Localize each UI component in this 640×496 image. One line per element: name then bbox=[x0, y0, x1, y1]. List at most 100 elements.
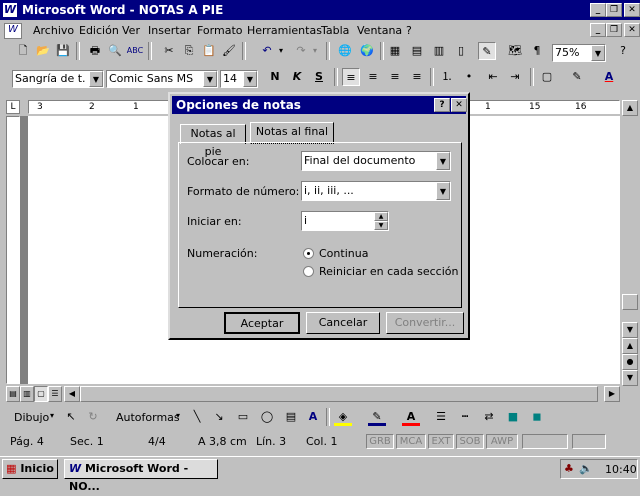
style-combo[interactable]: Sangría de t. ini ▼ bbox=[12, 70, 104, 88]
select-browse-object-icon[interactable]: ● bbox=[622, 354, 638, 370]
next-page-icon[interactable]: ▼ bbox=[622, 370, 638, 386]
align-left-icon[interactable]: ≡ bbox=[342, 68, 360, 86]
mode-grb[interactable]: GRB bbox=[366, 434, 394, 449]
copy-icon[interactable]: ⎘ bbox=[180, 42, 198, 60]
spin-up-icon[interactable]: ▲ bbox=[374, 212, 388, 221]
menu-formato[interactable]: Formato bbox=[197, 24, 243, 37]
redo-dropdown-icon[interactable]: ▾ bbox=[310, 42, 320, 60]
paste-icon[interactable]: 📋 bbox=[200, 42, 218, 60]
open-icon[interactable]: 📂 bbox=[34, 42, 52, 60]
highlight-icon[interactable]: ✎ bbox=[568, 68, 586, 86]
tab-notas-al-pie[interactable]: Notas al pie bbox=[180, 124, 246, 158]
justify-icon[interactable]: ≡ bbox=[408, 68, 426, 86]
underline-icon[interactable]: S bbox=[310, 68, 328, 86]
scroll-thumb[interactable] bbox=[622, 294, 638, 310]
vertical-ruler[interactable] bbox=[6, 116, 20, 384]
italic-icon[interactable]: K bbox=[288, 68, 306, 86]
online-view-icon[interactable]: ▥ bbox=[20, 386, 34, 402]
cut-icon[interactable]: ✂ bbox=[160, 42, 178, 60]
tables-borders-icon[interactable]: ▦ bbox=[386, 42, 404, 60]
borders-icon[interactable]: ▢ bbox=[538, 68, 556, 86]
save-icon[interactable]: 💾 bbox=[54, 42, 72, 60]
size-combo[interactable]: 14 ▼ bbox=[220, 70, 258, 88]
mode-awp[interactable]: AWP bbox=[486, 434, 518, 449]
web-toolbar-icon[interactable]: 🌍 bbox=[358, 42, 376, 60]
line-color-icon[interactable]: ✎ bbox=[368, 408, 386, 426]
redo-icon[interactable]: ↷ bbox=[292, 42, 310, 60]
dialog-help-button[interactable]: ? bbox=[434, 98, 450, 112]
radio-continua[interactable] bbox=[303, 248, 314, 259]
doc-restore-button[interactable]: ❐ bbox=[606, 23, 622, 37]
spin-down-icon[interactable]: ▼ bbox=[374, 221, 388, 230]
fill-color-icon[interactable]: ◈ bbox=[334, 408, 352, 426]
dash-style-icon[interactable]: ┅ bbox=[456, 408, 474, 426]
shadow-icon[interactable]: ■ bbox=[504, 408, 522, 426]
rectangle-icon[interactable]: ▭ bbox=[234, 408, 252, 426]
align-right-icon[interactable]: ≡ bbox=[386, 68, 404, 86]
arrow-style-icon[interactable]: ⇄ bbox=[480, 408, 498, 426]
chevron-down-icon[interactable]: ▼ bbox=[243, 71, 257, 87]
menu-edicion[interactable]: Edición bbox=[79, 24, 119, 37]
vertical-scrollbar[interactable]: ▲ ▼ ▲ ● ▼ bbox=[622, 100, 638, 396]
mode-mca[interactable]: MCA bbox=[396, 434, 426, 449]
rotate-icon[interactable]: ↻ bbox=[84, 408, 102, 426]
word-logo-icon[interactable]: W bbox=[3, 3, 17, 17]
hscroll-thumb[interactable] bbox=[80, 386, 598, 402]
print-preview-icon[interactable]: 🔍 bbox=[106, 42, 124, 60]
radio-continua-label[interactable]: Continua bbox=[319, 247, 368, 260]
decrease-indent-icon[interactable]: ⇤ bbox=[484, 68, 502, 86]
prev-page-icon[interactable]: ▲ bbox=[622, 338, 638, 354]
bold-icon[interactable]: N bbox=[266, 68, 284, 86]
insert-excel-icon[interactable]: ▥ bbox=[430, 42, 448, 60]
format-painter-icon[interactable]: 🖌 bbox=[220, 42, 238, 60]
start-button[interactable]: ▦ Inicio bbox=[2, 459, 58, 479]
oval-icon[interactable]: ◯ bbox=[258, 408, 276, 426]
dialog-close-button[interactable]: ✕ bbox=[451, 98, 467, 112]
font-color-draw-icon[interactable]: A bbox=[402, 408, 420, 426]
help-icon[interactable]: ? bbox=[614, 42, 632, 60]
mode-ext[interactable]: EXT bbox=[428, 434, 454, 449]
font-color-icon[interactable]: A bbox=[600, 68, 618, 86]
menu-tabla[interactable]: Tabla bbox=[321, 24, 349, 37]
formato-select[interactable]: i, ii, iii, ... ▼ bbox=[301, 181, 451, 201]
radio-reiniciar[interactable] bbox=[303, 266, 314, 277]
close-button[interactable]: ✕ bbox=[624, 3, 640, 17]
iniciar-spinner[interactable]: i ▲ ▼ bbox=[301, 211, 389, 231]
tray-network-icon[interactable]: ♣ bbox=[564, 462, 574, 475]
scroll-left-icon[interactable]: ◀ bbox=[64, 386, 80, 402]
colocar-select[interactable]: Final del documento ▼ bbox=[301, 151, 451, 171]
bullets-icon[interactable]: • bbox=[460, 68, 478, 86]
align-center-icon[interactable]: ≡ bbox=[364, 68, 382, 86]
select-objects-icon[interactable]: ↖ bbox=[62, 408, 80, 426]
clock[interactable]: 10:40 bbox=[605, 463, 637, 476]
undo-dropdown-icon[interactable]: ▾ bbox=[276, 42, 286, 60]
line-icon[interactable]: ╲ bbox=[188, 408, 206, 426]
document-map-icon[interactable]: 🗺 bbox=[506, 42, 524, 60]
3d-icon[interactable]: ◼ bbox=[528, 408, 546, 426]
font-combo[interactable]: Comic Sans MS ▼ bbox=[106, 70, 218, 88]
page-layout-view-icon[interactable]: ▢ bbox=[34, 386, 48, 402]
menu-ver[interactable]: Ver bbox=[122, 24, 140, 37]
hyperlink-icon[interactable]: 🌐 bbox=[336, 42, 354, 60]
task-word-button[interactable]: W Microsoft Word - NO... bbox=[64, 459, 218, 493]
normal-view-icon[interactable]: ▤ bbox=[6, 386, 20, 402]
doc-minimize-button[interactable]: _ bbox=[590, 23, 606, 37]
scroll-right-icon[interactable]: ▶ bbox=[604, 386, 620, 402]
new-icon[interactable]: 🗋 bbox=[14, 42, 32, 60]
chevron-down-icon[interactable]: ▼ bbox=[436, 152, 450, 170]
menu-help[interactable]: ? bbox=[406, 24, 412, 37]
tray-volume-icon[interactable]: 🔈 bbox=[579, 462, 593, 475]
line-style-icon[interactable]: ☰ bbox=[432, 408, 450, 426]
scroll-up-icon[interactable]: ▲ bbox=[622, 100, 638, 116]
menu-herramientas[interactable]: Herramientas bbox=[247, 24, 322, 37]
chevron-down-icon[interactable]: ▼ bbox=[436, 182, 450, 200]
mode-sob[interactable]: SOB bbox=[456, 434, 484, 449]
doc-close-button[interactable]: ✕ bbox=[624, 23, 640, 37]
undo-icon[interactable]: ↶ bbox=[258, 42, 276, 60]
convertir-button[interactable]: Convertir... bbox=[386, 312, 464, 334]
menu-archivo[interactable]: Archivo bbox=[33, 24, 74, 37]
scroll-down-icon[interactable]: ▼ bbox=[622, 322, 638, 338]
arrow-icon[interactable]: ↘ bbox=[210, 408, 228, 426]
textbox-icon[interactable]: ▤ bbox=[282, 408, 300, 426]
chevron-down-icon[interactable]: ▼ bbox=[89, 71, 103, 87]
